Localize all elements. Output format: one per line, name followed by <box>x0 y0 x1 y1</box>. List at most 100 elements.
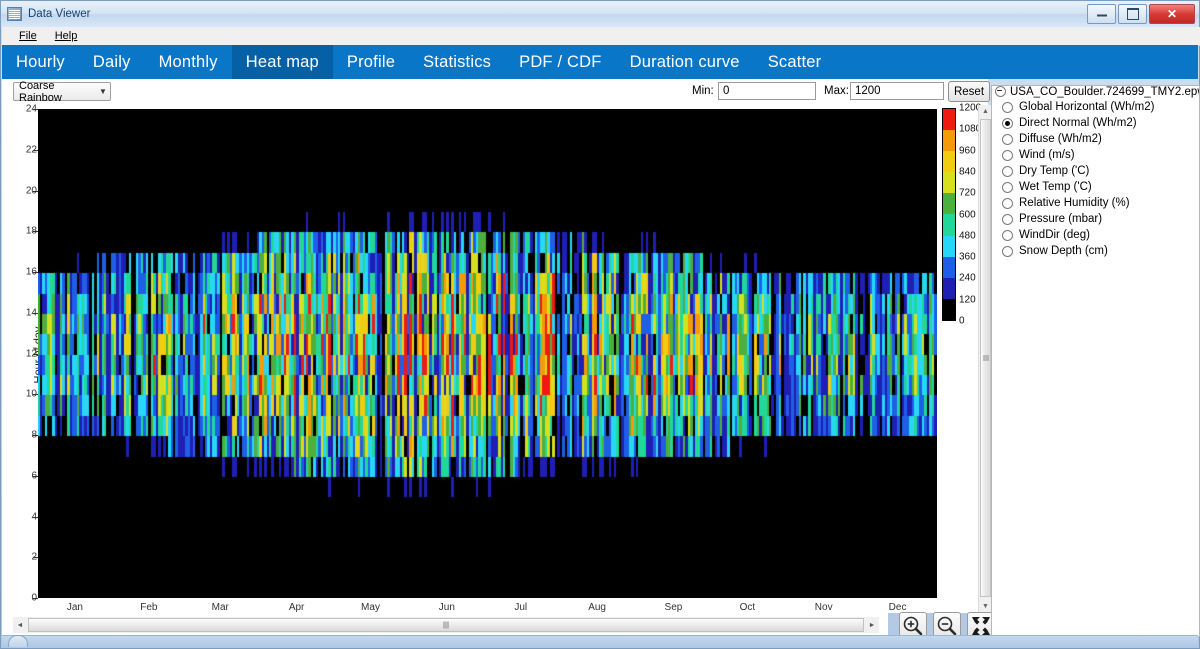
close-button[interactable]: ✕ <box>1149 4 1195 24</box>
variable-option-0[interactable]: Global Horizontal (Wh/m2) <box>992 99 1199 115</box>
x-tick-label-aug: Aug <box>588 602 606 613</box>
colorbar-band-8 <box>943 130 955 152</box>
colorbar-band-1 <box>943 277 955 299</box>
colorbar-tick-label: 720 <box>959 187 976 199</box>
radio-icon[interactable] <box>1002 101 1013 113</box>
reset-button[interactable]: Reset <box>948 81 990 102</box>
minimize-button[interactable] <box>1087 4 1116 24</box>
variable-option-label: Global Horizontal (Wh/m2) <box>1019 101 1155 113</box>
variable-option-label: Snow Depth (cm) <box>1019 245 1108 257</box>
radio-icon[interactable] <box>1002 149 1013 161</box>
radio-icon[interactable] <box>1002 133 1013 145</box>
colorbar-tick-label: 120 <box>959 294 976 306</box>
variable-option-9[interactable]: Snow Depth (cm) <box>992 243 1199 259</box>
variable-option-5[interactable]: Wet Temp ('C) <box>992 179 1199 195</box>
x-tick-label-sep: Sep <box>664 602 683 613</box>
radio-icon[interactable] <box>1002 229 1013 241</box>
colorbar-tick-label: 360 <box>959 251 976 263</box>
variable-option-3[interactable]: Wind (m/s) <box>992 147 1199 163</box>
tab-heat-map[interactable]: Heat map <box>231 45 333 79</box>
variable-option-label: WindDir (deg) <box>1019 229 1090 241</box>
close-icon: ✕ <box>1166 7 1178 21</box>
variable-option-label: Pressure (mbar) <box>1019 213 1103 225</box>
tab-statistics[interactable]: Statistics <box>409 45 505 79</box>
variable-option-8[interactable]: WindDir (deg) <box>992 227 1199 243</box>
scroll-left-arrow[interactable]: ◄ <box>13 617 27 633</box>
variable-option-label: Wet Temp ('C) <box>1019 181 1092 193</box>
data-viewer-window: Data Viewer ✕ File Help Hourly Daily Month… <box>0 0 1200 649</box>
tab-daily[interactable]: Daily <box>79 45 145 79</box>
max-input[interactable]: 1200 <box>850 82 944 100</box>
tab-hourly[interactable]: Hourly <box>2 45 79 79</box>
variable-options: Global Horizontal (Wh/m2) Direct Normal (… <box>992 99 1199 259</box>
x-tick-label-nov: Nov <box>814 602 833 613</box>
variable-option-label: Direct Normal (Wh/m2) <box>1019 117 1137 129</box>
menu-file[interactable]: File <box>10 29 46 43</box>
grip-icon <box>982 355 989 361</box>
variable-option-4[interactable]: Dry Temp ('C) <box>992 163 1199 179</box>
window-controls: ✕ <box>1087 4 1195 24</box>
chart-toolbar: Coarse Rainbow ▼ Min: 0 Max: 1200 Reset <box>2 79 990 105</box>
x-tick-label-oct: Oct <box>739 602 756 613</box>
radio-icon[interactable] <box>1002 181 1013 193</box>
menu-bar: File Help <box>2 27 1200 46</box>
variable-option-2[interactable]: Diffuse (Wh/m2) <box>992 131 1199 147</box>
palette-select-value: Coarse Rainbow <box>19 79 62 104</box>
colorbar-tick-label: 840 <box>959 166 976 178</box>
app-grid-icon <box>7 7 22 21</box>
radio-icon[interactable] <box>1002 213 1013 225</box>
maximize-button[interactable] <box>1118 4 1147 24</box>
x-tick-label-apr: Apr <box>288 602 305 613</box>
tab-pdf-cdf[interactable]: PDF / CDF <box>505 45 615 79</box>
variable-option-label: Wind (m/s) <box>1019 149 1075 161</box>
tab-monthly[interactable]: Monthly <box>145 45 232 79</box>
colorbar-tick-label: 600 <box>959 209 976 220</box>
colorbar <box>942 108 956 321</box>
grip-icon <box>443 621 449 629</box>
variable-option-label: Diffuse (Wh/m2) <box>1019 133 1102 145</box>
tree-root-label: USA_CO_Boulder.724699_TMY2.epw <box>1010 85 1200 98</box>
colorbar-tick-label: 480 <box>959 230 976 242</box>
variable-option-label: Relative Humidity (%) <box>1019 197 1130 209</box>
x-tick-label-feb: Feb <box>140 602 158 613</box>
horizontal-scroll-thumb[interactable] <box>28 618 864 632</box>
colorbar-band-0 <box>943 298 955 320</box>
variable-option-label: Dry Temp ('C) <box>1019 165 1090 177</box>
scroll-right-arrow[interactable]: ► <box>865 617 879 633</box>
title-bar: Data Viewer ✕ <box>1 1 1199 27</box>
menu-help[interactable]: Help <box>46 29 87 43</box>
radio-icon[interactable] <box>1002 117 1013 129</box>
colorbar-band-9 <box>943 109 955 131</box>
palette-select[interactable]: Coarse Rainbow ▼ <box>13 79 111 104</box>
vertical-scroll-thumb[interactable] <box>980 119 991 597</box>
min-label: Min: <box>692 85 714 97</box>
horizontal-scrollbar[interactable]: ◄ ► <box>13 617 879 633</box>
tree-root-node[interactable]: USA_CO_Boulder.724699_TMY2.epw <box>992 85 1200 99</box>
window-title: Data Viewer <box>28 8 91 20</box>
radio-icon[interactable] <box>1002 197 1013 209</box>
y-tick-mark <box>33 598 38 599</box>
max-label: Max: <box>824 85 849 97</box>
min-input[interactable]: 0 <box>718 82 816 100</box>
colorbar-tick-label: 960 <box>959 145 976 157</box>
colorbar-band-3 <box>943 235 955 257</box>
x-tick-label-mar: Mar <box>211 602 229 613</box>
vertical-scrollbar[interactable]: ▲ ▼ <box>978 105 992 613</box>
resize-grip[interactable] <box>8 635 28 647</box>
x-tick-label-jul: Jul <box>514 602 528 613</box>
colorbar-band-4 <box>943 214 955 236</box>
radio-icon[interactable] <box>1002 165 1013 177</box>
radio-icon[interactable] <box>1002 245 1013 257</box>
x-tick-label-jun: Jun <box>438 602 455 613</box>
colorbar-band-7 <box>943 151 955 173</box>
variable-option-6[interactable]: Relative Humidity (%) <box>992 195 1199 211</box>
variable-option-7[interactable]: Pressure (mbar) <box>992 211 1199 227</box>
heatmap-canvas[interactable] <box>38 109 937 598</box>
colorbar-band-2 <box>943 256 955 278</box>
variable-option-1[interactable]: Direct Normal (Wh/m2) <box>992 115 1199 131</box>
tab-scatter[interactable]: Scatter <box>754 45 836 79</box>
collapse-icon[interactable] <box>995 86 1006 97</box>
tab-duration-curve[interactable]: Duration curve <box>616 45 754 79</box>
colorbar-band-6 <box>943 172 955 194</box>
tab-profile[interactable]: Profile <box>333 45 409 79</box>
